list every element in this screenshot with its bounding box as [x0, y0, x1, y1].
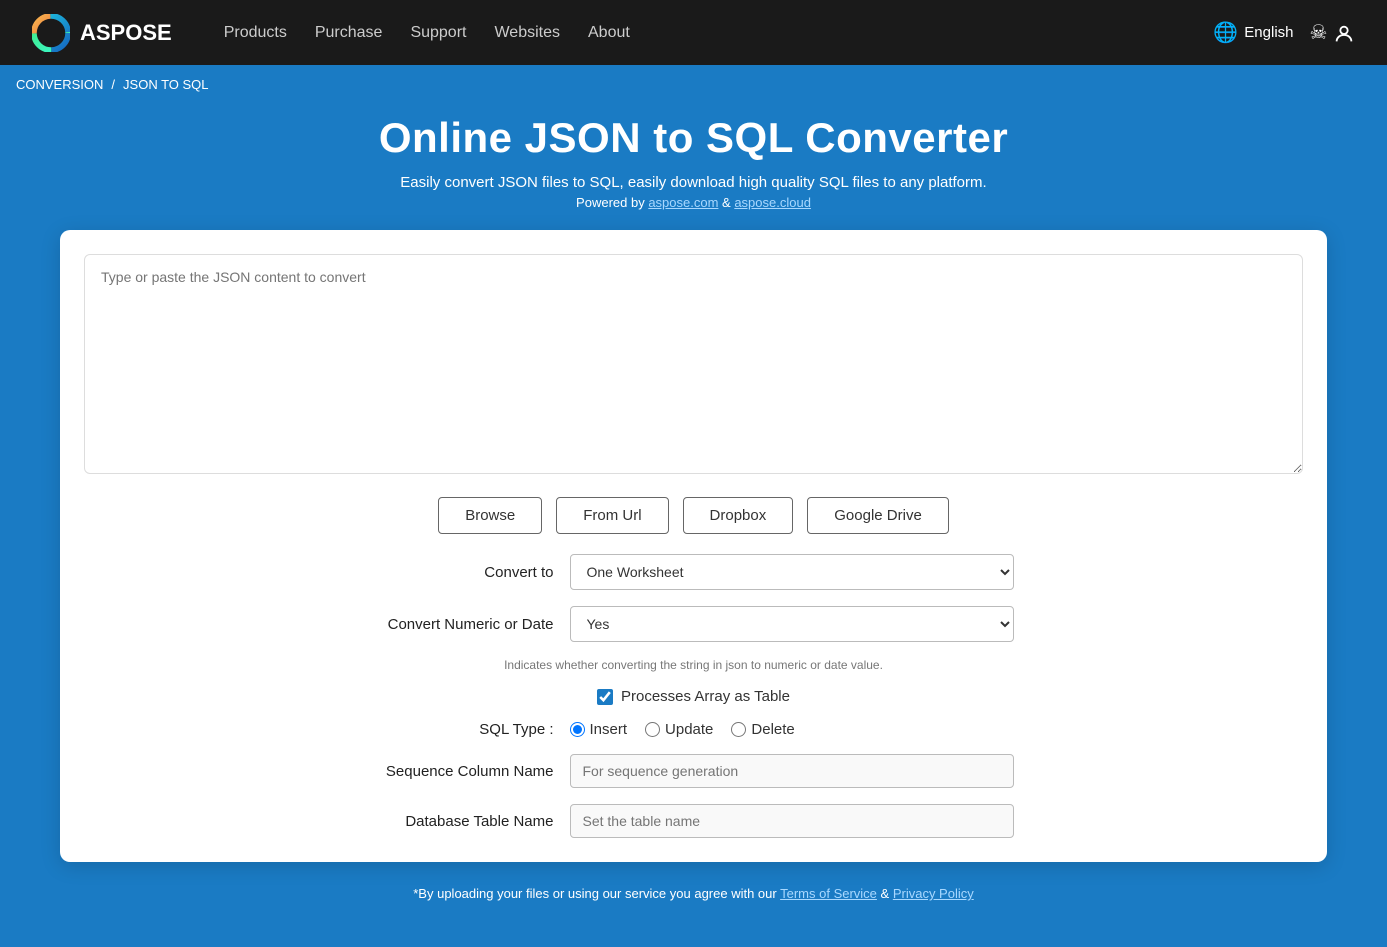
processes-array-label: Processes Array as Table — [621, 688, 790, 705]
numeric-date-hint: Indicates whether converting the string … — [504, 658, 883, 672]
sequence-col-row: Sequence Column Name — [374, 754, 1014, 788]
google-drive-button[interactable]: Google Drive — [807, 497, 949, 534]
sequence-col-label: Sequence Column Name — [374, 763, 554, 780]
convert-to-label: Convert to — [374, 564, 554, 581]
page-subtitle: Easily convert JSON files to SQL, easily… — [60, 174, 1327, 191]
brand-name: ASPOSE — [80, 20, 172, 46]
browse-button[interactable]: Browse — [438, 497, 542, 534]
db-table-row: Database Table Name — [374, 804, 1014, 838]
options-area: Convert to One Worksheet Multiple Worksh… — [84, 554, 1303, 838]
sql-type-insert-text: Insert — [590, 721, 628, 738]
link-separator: & — [718, 195, 734, 210]
breadcrumb: CONVERSION / JSON TO SQL — [0, 65, 1387, 104]
privacy-link[interactable]: Privacy Policy — [893, 886, 974, 901]
breadcrumb-conversion[interactable]: CONVERSION — [16, 77, 103, 92]
processes-array-row: Processes Array as Table — [597, 688, 790, 705]
sql-type-update-radio[interactable] — [645, 722, 660, 737]
nav-websites[interactable]: Websites — [494, 24, 560, 42]
json-textarea[interactable] — [84, 254, 1303, 474]
sql-type-delete-radio[interactable] — [731, 722, 746, 737]
language-button[interactable]: 🌐 English — [1213, 20, 1293, 45]
sql-type-radio-group: Insert Update Delete — [570, 721, 795, 738]
nav-links: Products Purchase Support Websites About — [224, 24, 1182, 42]
from-url-button[interactable]: From Url — [556, 497, 668, 534]
sql-type-insert-radio[interactable] — [570, 722, 585, 737]
db-table-input[interactable] — [570, 804, 1014, 838]
db-table-label: Database Table Name — [374, 813, 554, 830]
sql-type-row: SQL Type : Insert Update Delete — [374, 721, 1014, 738]
tos-link[interactable]: Terms of Service — [780, 886, 877, 901]
main-content: Online JSON to SQL Converter Easily conv… — [0, 104, 1387, 947]
numeric-date-select[interactable]: Yes No — [570, 606, 1014, 642]
nav-about[interactable]: About — [588, 24, 630, 42]
numeric-date-row: Convert Numeric or Date Yes No — [374, 606, 1014, 642]
sql-type-update-label[interactable]: Update — [645, 721, 713, 738]
footer: *By uploading your files or using our se… — [60, 870, 1327, 917]
footer-text-prefix: *By uploading your files or using our se… — [413, 886, 780, 901]
navbar-right: 🌐 English ☠ — [1213, 20, 1355, 45]
brand-logo[interactable]: ASPOSE — [32, 14, 172, 52]
aspose-com-link[interactable]: aspose.com — [648, 195, 718, 210]
aspose-cloud-link[interactable]: aspose.cloud — [734, 195, 811, 210]
navbar: ASPOSE Products Purchase Support Website… — [0, 0, 1387, 65]
converter-card: Browse From Url Dropbox Google Drive Con… — [60, 230, 1327, 862]
numeric-date-label: Convert Numeric or Date — [374, 616, 554, 633]
sequence-col-input[interactable] — [570, 754, 1014, 788]
footer-separator: & — [877, 886, 893, 901]
sql-type-update-text: Update — [665, 721, 713, 738]
sql-type-delete-text: Delete — [751, 721, 794, 738]
sql-type-insert-label[interactable]: Insert — [570, 721, 628, 738]
language-label: English — [1244, 24, 1293, 41]
convert-to-row: Convert to One Worksheet Multiple Worksh… — [374, 554, 1014, 590]
nav-products[interactable]: Products — [224, 24, 287, 42]
sql-type-delete-label[interactable]: Delete — [731, 721, 794, 738]
processes-array-checkbox[interactable] — [597, 689, 613, 705]
dropbox-button[interactable]: Dropbox — [683, 497, 794, 534]
user-icon[interactable]: ☠ — [1310, 20, 1356, 45]
powered-by: Powered by aspose.com & aspose.cloud — [60, 195, 1327, 210]
page-title: Online JSON to SQL Converter — [60, 114, 1327, 162]
globe-icon: 🌐 — [1213, 20, 1238, 45]
powered-by-text: Powered by — [576, 195, 648, 210]
nav-purchase[interactable]: Purchase — [315, 24, 383, 42]
breadcrumb-current: JSON TO SQL — [123, 77, 209, 92]
buttons-row: Browse From Url Dropbox Google Drive — [84, 497, 1303, 534]
sql-type-label: SQL Type : — [374, 721, 554, 738]
breadcrumb-separator: / — [111, 77, 115, 92]
convert-to-select[interactable]: One Worksheet Multiple Worksheets — [570, 554, 1014, 590]
nav-support[interactable]: Support — [410, 24, 466, 42]
